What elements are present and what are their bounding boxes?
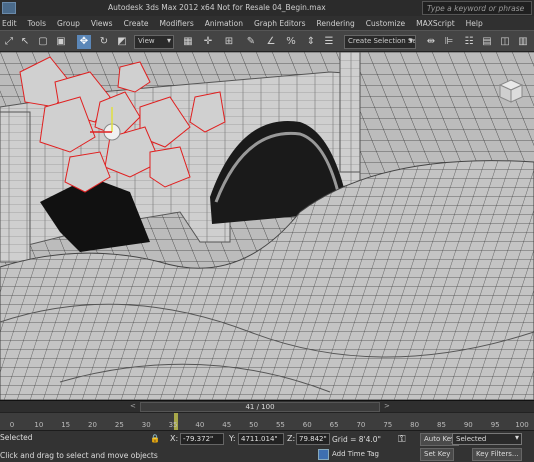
menu-create[interactable]: Create (124, 19, 149, 28)
menu-tools[interactable]: Tools (28, 19, 46, 28)
timeline-tick-label: 85 (437, 421, 446, 429)
key-mode-dropdown[interactable]: Selected (452, 433, 522, 445)
timeline-tick-label: 10 (34, 421, 44, 429)
menu-customize[interactable]: Customize (366, 19, 405, 28)
time-slider[interactable]: < 41 / 100 > (0, 400, 534, 412)
time-tag-icon (318, 449, 329, 460)
menu-edit[interactable]: Edit (2, 19, 17, 28)
menu-group[interactable]: Group (57, 19, 80, 28)
grid-size: Grid = 8'4.0" (332, 435, 382, 444)
select-link-icon[interactable]: ⤢ (2, 35, 16, 49)
named-selection-dropdown[interactable]: Create Selection Set (344, 35, 416, 49)
timeline-tick-label: 35 (168, 421, 178, 429)
layer-manager-icon[interactable]: ☷ (462, 35, 476, 49)
timeline-tick-label: 60 (302, 421, 312, 429)
window-crossing-icon[interactable]: ▣ (54, 35, 68, 49)
timeline-tick-label: 75 (383, 421, 393, 429)
curve-editor-icon[interactable]: ◫ (498, 35, 512, 49)
schematic-view-icon[interactable]: ▥ (516, 35, 530, 49)
graphite-modeling-icon[interactable]: ▤ (480, 35, 494, 49)
track-bar[interactable]: 0 10 15 20 25 30 35 40 45 50 55 60 65 70 75 80 85 90 95 100 (0, 412, 534, 431)
select-object-icon[interactable]: ↖ (18, 35, 32, 49)
viewcube-icon[interactable] (498, 78, 524, 104)
selection-lock-icon[interactable]: 🔒 (150, 434, 160, 443)
menu-animation[interactable]: Animation (205, 19, 243, 28)
timeline-tick-label: 30 (141, 421, 151, 429)
add-time-tag-button[interactable]: Add Time Tag (318, 448, 418, 461)
search-input[interactable]: Type a keyword or phrase (422, 1, 532, 15)
timeline-tick-label: 95 (490, 421, 500, 429)
timeline-tick-label: 70 (356, 421, 366, 429)
time-slider-prev-icon[interactable]: < (130, 402, 136, 410)
perspective-viewport[interactable] (0, 52, 534, 400)
timeline-tick-label: 90 (463, 421, 473, 429)
menu-graph-editors[interactable]: Graph Editors (254, 19, 306, 28)
pivot-center-icon[interactable]: ▦ (181, 35, 195, 49)
align-icon[interactable]: ⊫ (442, 35, 456, 49)
timeline-tick-label: 65 (329, 421, 339, 429)
window-title: Autodesk 3ds Max 2012 x64 Not for Resale… (108, 3, 326, 12)
spinner-snap-icon[interactable]: ⇕ (304, 35, 318, 49)
keyboard-shortcut-icon[interactable]: ⊞ (222, 35, 236, 49)
reference-coordinate-dropdown[interactable]: View (134, 35, 174, 49)
manipulate-icon[interactable]: ✛ (201, 35, 215, 49)
select-and-rotate-icon[interactable]: ↻ (97, 35, 111, 49)
timeline-tick-label: 25 (114, 421, 124, 429)
z-coordinate-field[interactable]: 79.842" (296, 433, 330, 445)
z-label: Z: (287, 434, 296, 443)
select-and-move-icon[interactable]: ✥ (77, 35, 91, 49)
prompt-line: Click and drag to select and move object… (0, 451, 158, 460)
selection-region-icon[interactable]: ▢ (36, 35, 50, 49)
y-coordinate-field[interactable]: 4711.014" (238, 433, 284, 445)
menu-maxscript[interactable]: MAXScript (416, 19, 455, 28)
snaps-toggle-icon[interactable]: ✎ (244, 35, 258, 49)
viewport-scene (0, 52, 534, 400)
timeline-tick-label: 80 (410, 421, 420, 429)
timeline-tick-label: 100 (515, 421, 529, 429)
timeline-tick-label: 50 (249, 421, 259, 429)
time-slider-next-icon[interactable]: > (384, 402, 390, 410)
main-toolbar: ⤢ ↖ ▢ ▣ ✥ ↻ ◩ View ▦ ✛ ⊞ ✎ ∠ % ⇕ ☰ Creat… (0, 30, 534, 52)
x-label: X: (170, 434, 179, 443)
selection-status: Selected (0, 433, 33, 442)
timeline-tick-label: 55 (275, 421, 285, 429)
timeline-tick-label: 45 (222, 421, 232, 429)
title-bar: Autodesk 3ds Max 2012 x64 Not for Resale… (0, 0, 534, 16)
edit-named-selection-icon[interactable]: ☰ (322, 35, 336, 49)
set-key-button[interactable]: Set Key (420, 448, 455, 461)
x-coordinate-field[interactable]: -79.372" (180, 433, 224, 445)
frame-counter[interactable]: 41 / 100 (140, 402, 380, 412)
mirror-icon[interactable]: ⇹ (424, 35, 438, 49)
key-filters-button[interactable]: Key Filters... (472, 448, 522, 461)
add-time-tag-label: Add Time Tag (332, 450, 379, 458)
percent-snap-icon[interactable]: % (284, 35, 298, 49)
select-and-scale-icon[interactable]: ◩ (115, 35, 129, 49)
menu-help[interactable]: Help (466, 19, 483, 28)
menu-modifiers[interactable]: Modifiers (160, 19, 194, 28)
app-logo-icon[interactable] (2, 2, 16, 14)
timeline-tick-label: 0 (9, 421, 15, 429)
y-label: Y: (229, 434, 236, 443)
angle-snap-icon[interactable]: ∠ (264, 35, 278, 49)
timeline-tick-label: 20 (88, 421, 97, 429)
menu-bar: Edit Tools Group Views Create Modifiers … (0, 16, 534, 30)
menu-views[interactable]: Views (91, 19, 113, 28)
set-key-icon[interactable]: ⚿ (398, 434, 406, 445)
status-bar: Selected 🔒 X: -79.372" Y: 4711.014" Z: 7… (0, 430, 534, 462)
menu-rendering[interactable]: Rendering (316, 19, 354, 28)
timeline-tick-label: 15 (61, 421, 71, 429)
timeline-tick-label: 40 (195, 421, 205, 429)
